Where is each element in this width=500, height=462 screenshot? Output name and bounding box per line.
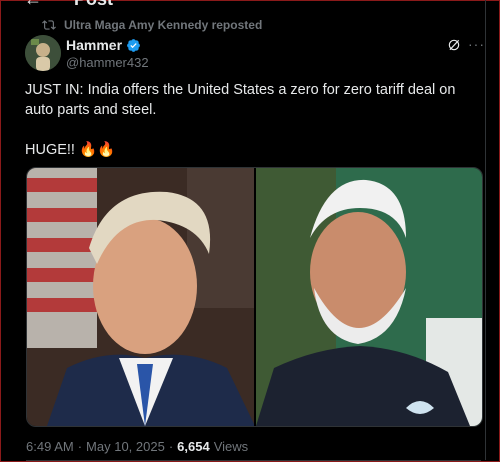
repost-indicator: Ultra Maga Amy Kennedy reposted	[42, 18, 262, 32]
divider	[26, 460, 481, 461]
grok-icon[interactable]	[447, 38, 461, 52]
meta-separator: ·	[168, 439, 174, 454]
tweet-meta: 6:49 AM · May 10, 2025 · 6,654 Views	[26, 439, 248, 454]
repost-text[interactable]: Ultra Maga Amy Kennedy reposted	[64, 18, 262, 32]
views-count: 6,654	[177, 439, 210, 454]
back-arrow-icon[interactable]: ←	[24, 0, 42, 10]
author-handle[interactable]: @hammer432	[66, 55, 149, 70]
author-name-row: Hammer	[66, 37, 141, 53]
media-image-right[interactable]	[255, 168, 482, 426]
page-title: Post	[74, 0, 113, 10]
meta-separator: ·	[77, 439, 83, 454]
avatar[interactable]	[25, 35, 61, 71]
page-header: ← Post	[24, 0, 113, 10]
media-image-left[interactable]	[27, 168, 254, 426]
tweet-text-line2: HUGE!! 🔥🔥	[25, 142, 116, 158]
verified-badge-icon	[127, 38, 140, 52]
tweet-media[interactable]	[26, 167, 483, 427]
author-name[interactable]: Hammer	[66, 37, 122, 53]
tweet-time[interactable]: 6:49 AM	[26, 439, 74, 454]
avatar-image	[25, 35, 61, 71]
tweet-body: JUST IN: India offers the United States …	[25, 80, 480, 160]
column-border	[485, 0, 486, 460]
tweet-date[interactable]: May 10, 2025	[86, 439, 165, 454]
tweet-text-line1: JUST IN: India offers the United States …	[25, 82, 456, 118]
views-label: Views	[213, 439, 249, 454]
repost-icon	[42, 20, 56, 30]
more-icon[interactable]: ···	[468, 36, 485, 52]
